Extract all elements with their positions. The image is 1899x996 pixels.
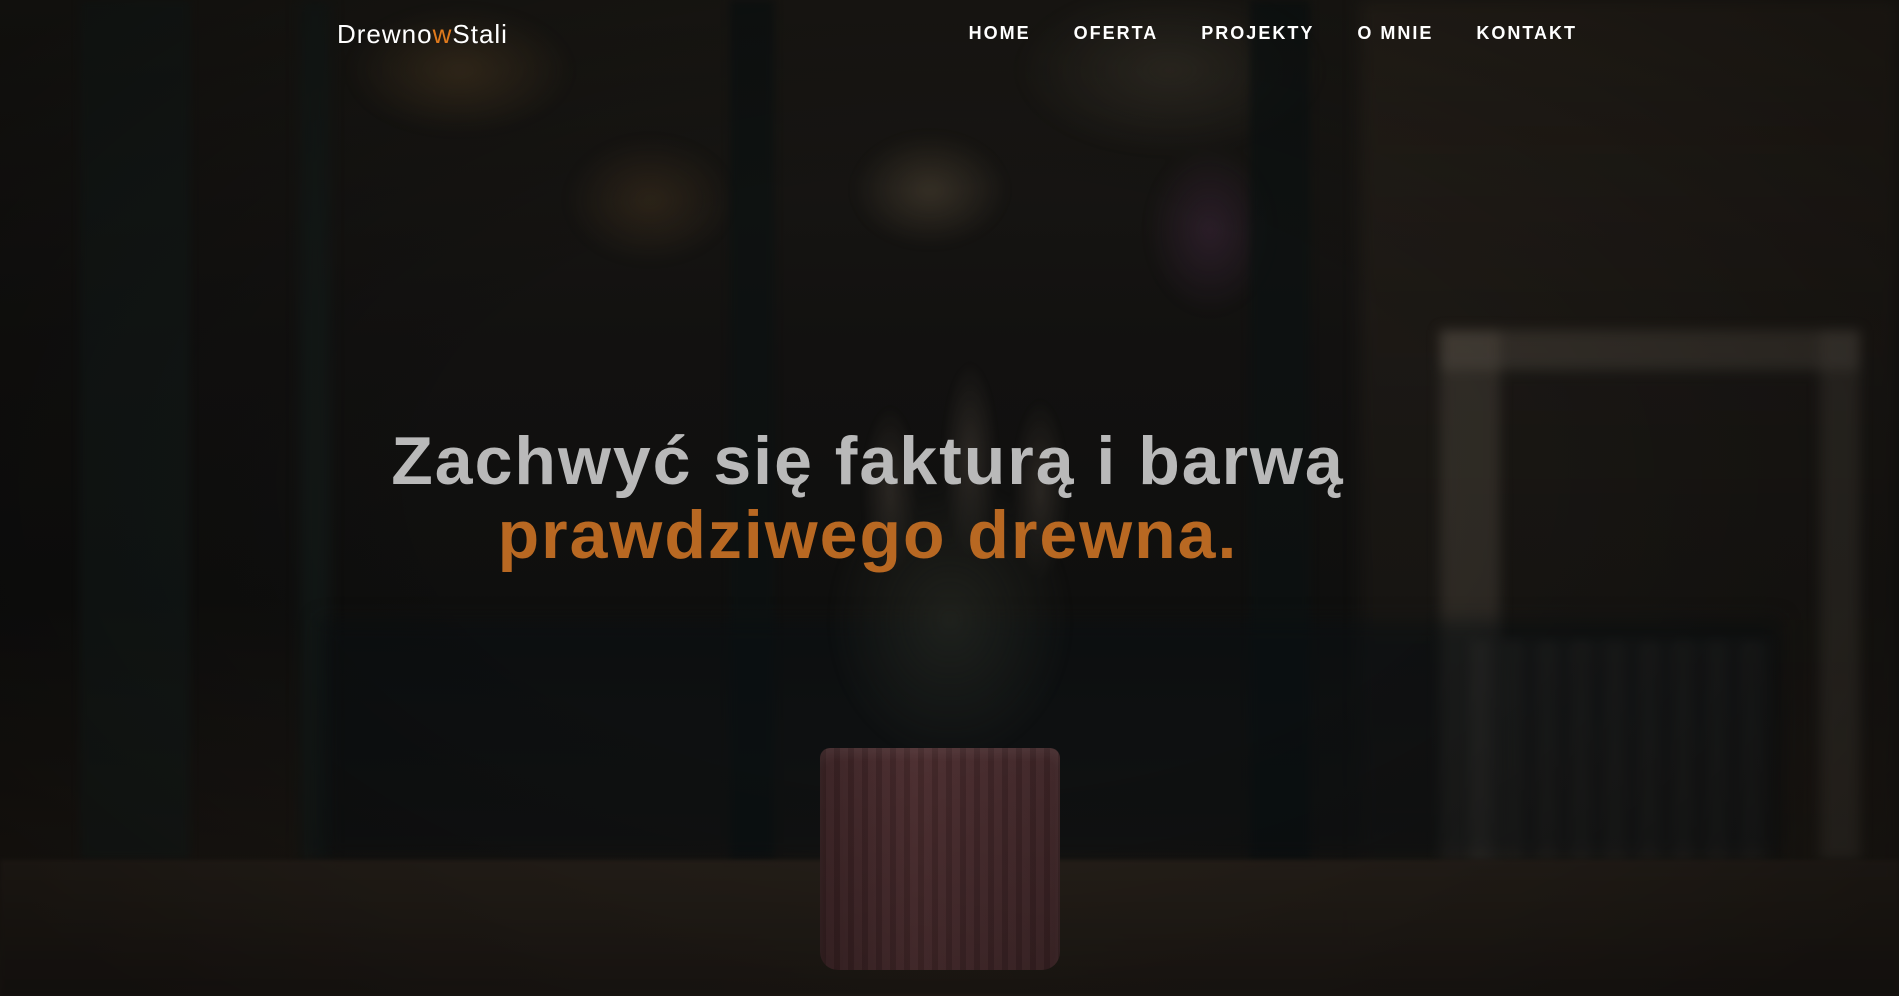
hero-section: DrewnowStali HOME OFERTA PROJEKTY O MNIE… (0, 0, 1899, 996)
hero-headline-line1: Zachwyć się fakturą i barwą (391, 423, 1345, 499)
nav-item-projekty: PROJEKTY (1201, 23, 1314, 44)
brand-logo[interactable]: DrewnowStali (337, 19, 508, 50)
nav-item-home: HOME (969, 23, 1031, 44)
hero-headline: Zachwyć się fakturą i barwą prawdziwego … (0, 424, 1736, 572)
brand-logo-accent: w (432, 19, 453, 49)
brand-logo-part1: Drewno (337, 19, 433, 49)
plant-pot (820, 748, 1060, 970)
background-bench (320, 620, 1780, 860)
background-table (0, 860, 1899, 996)
nav-item-oferta: OFERTA (1074, 23, 1159, 44)
hero-headline-line2: prawdziwego drewna. (497, 497, 1239, 573)
background-fireplace (1440, 330, 1860, 860)
nav-item-o-mnie: O MNIE (1357, 23, 1433, 44)
background-books (1470, 640, 1770, 860)
nav-link-kontakt[interactable]: KONTAKT (1476, 23, 1577, 43)
brand-logo-part2: Stali (452, 19, 508, 49)
navbar: DrewnowStali HOME OFERTA PROJEKTY O MNIE… (0, 0, 1899, 68)
nav-item-kontakt: KONTAKT (1476, 23, 1577, 44)
nav-link-oferta[interactable]: OFERTA (1074, 23, 1159, 43)
nav-link-projekty[interactable]: PROJEKTY (1201, 23, 1314, 43)
nav-link-home[interactable]: HOME (969, 23, 1031, 43)
nav-link-o-mnie[interactable]: O MNIE (1357, 23, 1433, 43)
nav-menu: HOME OFERTA PROJEKTY O MNIE KONTAKT (969, 23, 1577, 44)
